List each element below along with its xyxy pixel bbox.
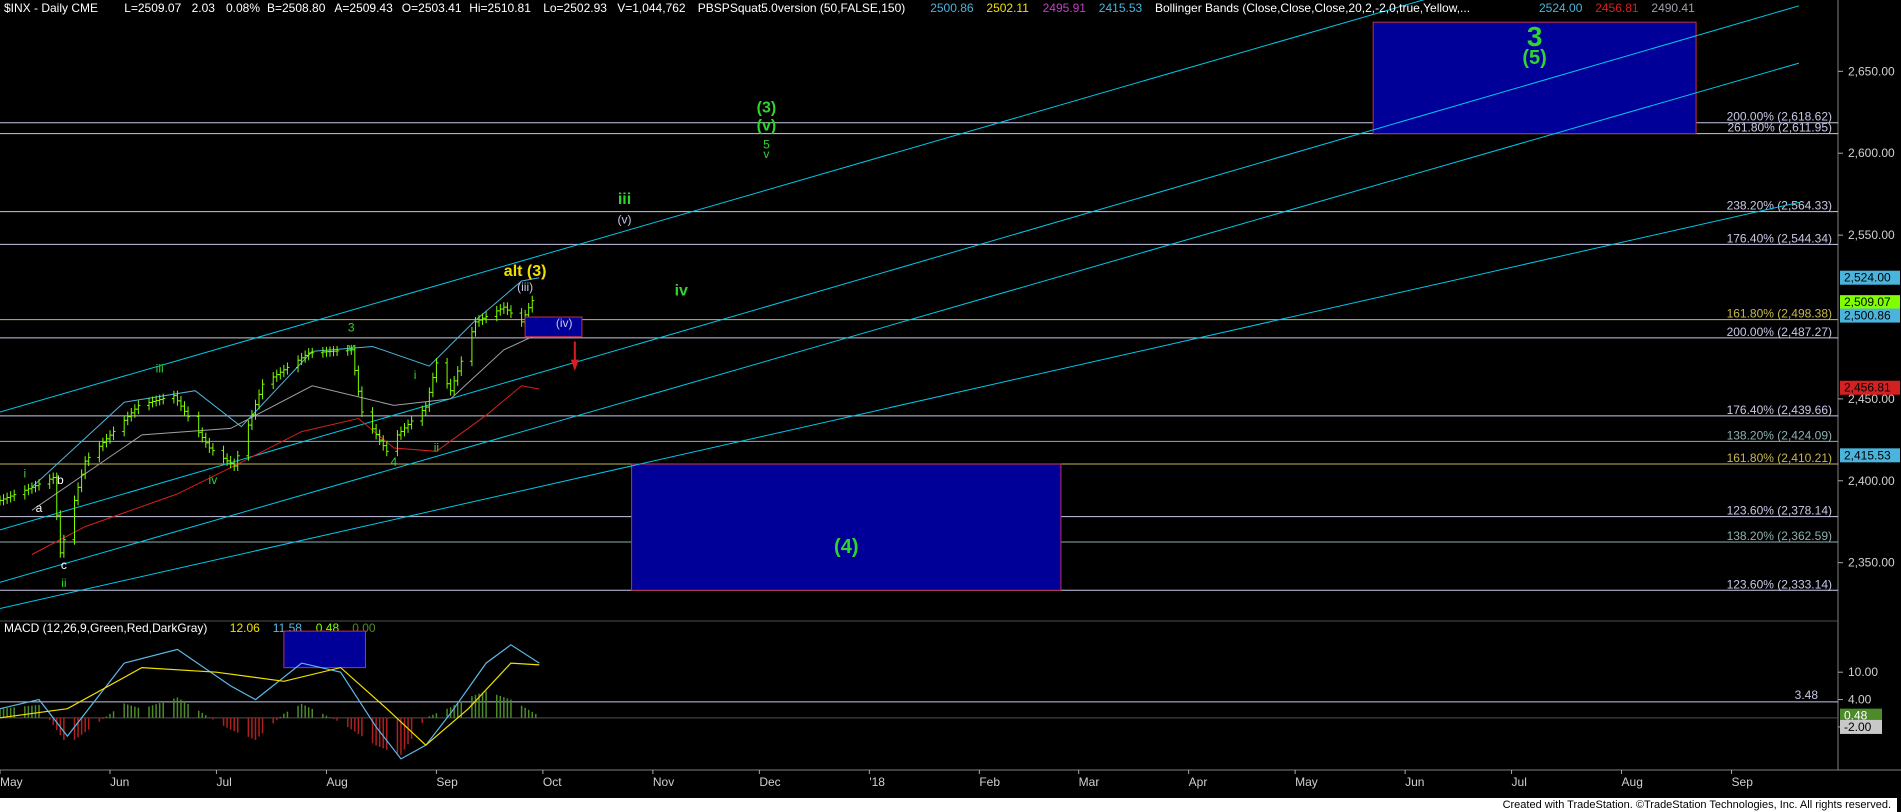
fib-label: 161.80% (2,410.21): [1727, 451, 1832, 465]
fib-label: 123.60% (2,378.14): [1727, 504, 1832, 518]
y-tick-label: 2,600.00: [1848, 146, 1895, 160]
x-tick-label: '18: [869, 775, 885, 789]
wave-label: a: [36, 501, 43, 515]
price-label: 2,524.00: [1844, 271, 1891, 285]
x-tick-label: Dec: [759, 775, 780, 789]
wave-label: 4: [391, 455, 398, 469]
wave-label: iv: [675, 283, 688, 300]
y-tick-label: 2,400.00: [1848, 474, 1895, 488]
fib-label: 200.00% (2,487.27): [1727, 325, 1832, 339]
iv-zone-box: [524, 316, 583, 338]
wave-label: iii: [156, 362, 164, 376]
wave-label: (iii): [517, 280, 533, 294]
fib-label: 161.80% (2,498.38): [1727, 307, 1832, 321]
wave-label: alt (3): [504, 263, 547, 280]
target-box: [631, 463, 1062, 591]
price-label: 2,500.86: [1844, 309, 1891, 323]
wave-label: iv: [209, 473, 218, 487]
wave-label: (3): [757, 99, 777, 116]
x-tick-label: Mar: [1079, 775, 1100, 789]
x-tick-label: May: [0, 775, 23, 789]
fib-label: 138.20% (2,362.59): [1727, 529, 1832, 543]
wave-label: i: [414, 368, 417, 382]
macd-legend: MACD (12,26,9,Green,Red,DarkGray): [4, 621, 207, 635]
x-tick-label: Sep: [436, 775, 458, 789]
header-text: 2.03: [192, 1, 216, 15]
x-tick-label: Nov: [653, 775, 674, 789]
price-chart[interactable]: 2,650.002,600.002,550.002,450.002,400.00…: [0, 0, 1901, 798]
header-text: V=1,044,762: [617, 1, 686, 15]
x-tick-label: Jun: [1405, 775, 1424, 789]
wave-label: (iv): [556, 316, 573, 330]
wave-label: ii: [61, 576, 66, 590]
wave-label: ii: [434, 440, 439, 454]
header-text: PBSPSquat5.0version (50,FALSE,150): [698, 1, 905, 15]
chart-stage: 2,650.00 2,600.00 2,550.00 2,450.00 2,400.00…: [0, 0, 1901, 803]
wave-label: i: [24, 467, 27, 481]
fib-label: 238.20% (2,564.33): [1727, 199, 1832, 213]
wave-label: v: [348, 340, 354, 354]
x-tick-label: Jul: [1512, 775, 1527, 789]
macd-y-tick-label: 4.00: [1848, 693, 1872, 707]
x-tick-label: May: [1295, 775, 1318, 789]
fib-label: 138.20% (2,424.09): [1727, 428, 1832, 442]
fib-label: 261.80% (2,611.95): [1727, 121, 1832, 135]
wave-label: (v): [757, 117, 777, 134]
target-box-label: (4): [834, 536, 858, 558]
header-text: O=2503.41: [402, 1, 462, 15]
x-tick-label: Oct: [543, 775, 562, 789]
fib-label: 176.40% (2,544.34): [1727, 231, 1832, 245]
price-label: 2,456.81: [1844, 381, 1891, 395]
header-text: A=2509.43: [334, 1, 393, 15]
x-tick-label: Aug: [326, 775, 347, 789]
header-indicator-value: 2495.91: [1043, 1, 1087, 15]
macd-y-tick-label: 10.00: [1848, 665, 1878, 679]
y-tick-label: 2,650.00: [1848, 64, 1895, 78]
x-tick-label: Feb: [979, 775, 1000, 789]
wave-label: 3: [348, 321, 355, 335]
header-text: L=2509.07: [124, 1, 181, 15]
macd-box: [283, 630, 366, 669]
price-label: 2,509.07: [1844, 295, 1891, 309]
fib-label: 123.60% (2,333.14): [1727, 577, 1832, 591]
header-indicator-value: 2415.53: [1099, 1, 1143, 15]
header-bollinger-value: 2456.81: [1595, 1, 1639, 15]
fib-label: 176.40% (2,439.66): [1727, 403, 1832, 417]
target-box-label: (5): [1522, 47, 1546, 69]
x-tick-label: Jul: [216, 775, 231, 789]
header-indicator-value: 2502.11: [986, 1, 1029, 15]
header-text: 0.08%: [226, 1, 260, 15]
macd-level-label: 3.48: [1795, 688, 1819, 702]
header-indicator-value: 2500.86: [930, 1, 974, 15]
y-tick-label: 2,550.00: [1848, 228, 1895, 242]
footer-credit: Created with TradeStation. ©TradeStation…: [0, 798, 1897, 812]
x-tick-label: Aug: [1622, 775, 1643, 789]
header-bollinger-value: 2524.00: [1539, 1, 1583, 15]
wave-label: b: [57, 473, 64, 487]
x-tick-label: Jun: [110, 775, 129, 789]
header-bollinger-value: 2490.41: [1651, 1, 1695, 15]
x-tick-label: Apr: [1189, 775, 1208, 789]
macd-legend-value: 12.06: [230, 621, 260, 635]
footer-credit-text: Created with TradeStation. ©TradeStation…: [1502, 799, 1891, 811]
header-text: $INX - Daily CME: [4, 1, 98, 15]
wave-label: iii: [618, 191, 631, 208]
macd-price-label: -2.00: [1844, 720, 1872, 734]
header-text: Hi=2510.81: [469, 1, 531, 15]
header-text: B=2508.80: [267, 1, 326, 15]
price-label: 2,415.53: [1844, 448, 1891, 462]
x-tick-label: Sep: [1732, 775, 1754, 789]
header-text: Lo=2502.93: [543, 1, 607, 15]
wave-label: (v): [617, 213, 631, 227]
wave-label: v: [763, 147, 769, 161]
header-bollinger: Bollinger Bands (Close,Close,Close,20,2,…: [1155, 1, 1470, 15]
y-tick-label: 2,350.00: [1848, 556, 1895, 570]
wave-label: c: [61, 558, 67, 572]
